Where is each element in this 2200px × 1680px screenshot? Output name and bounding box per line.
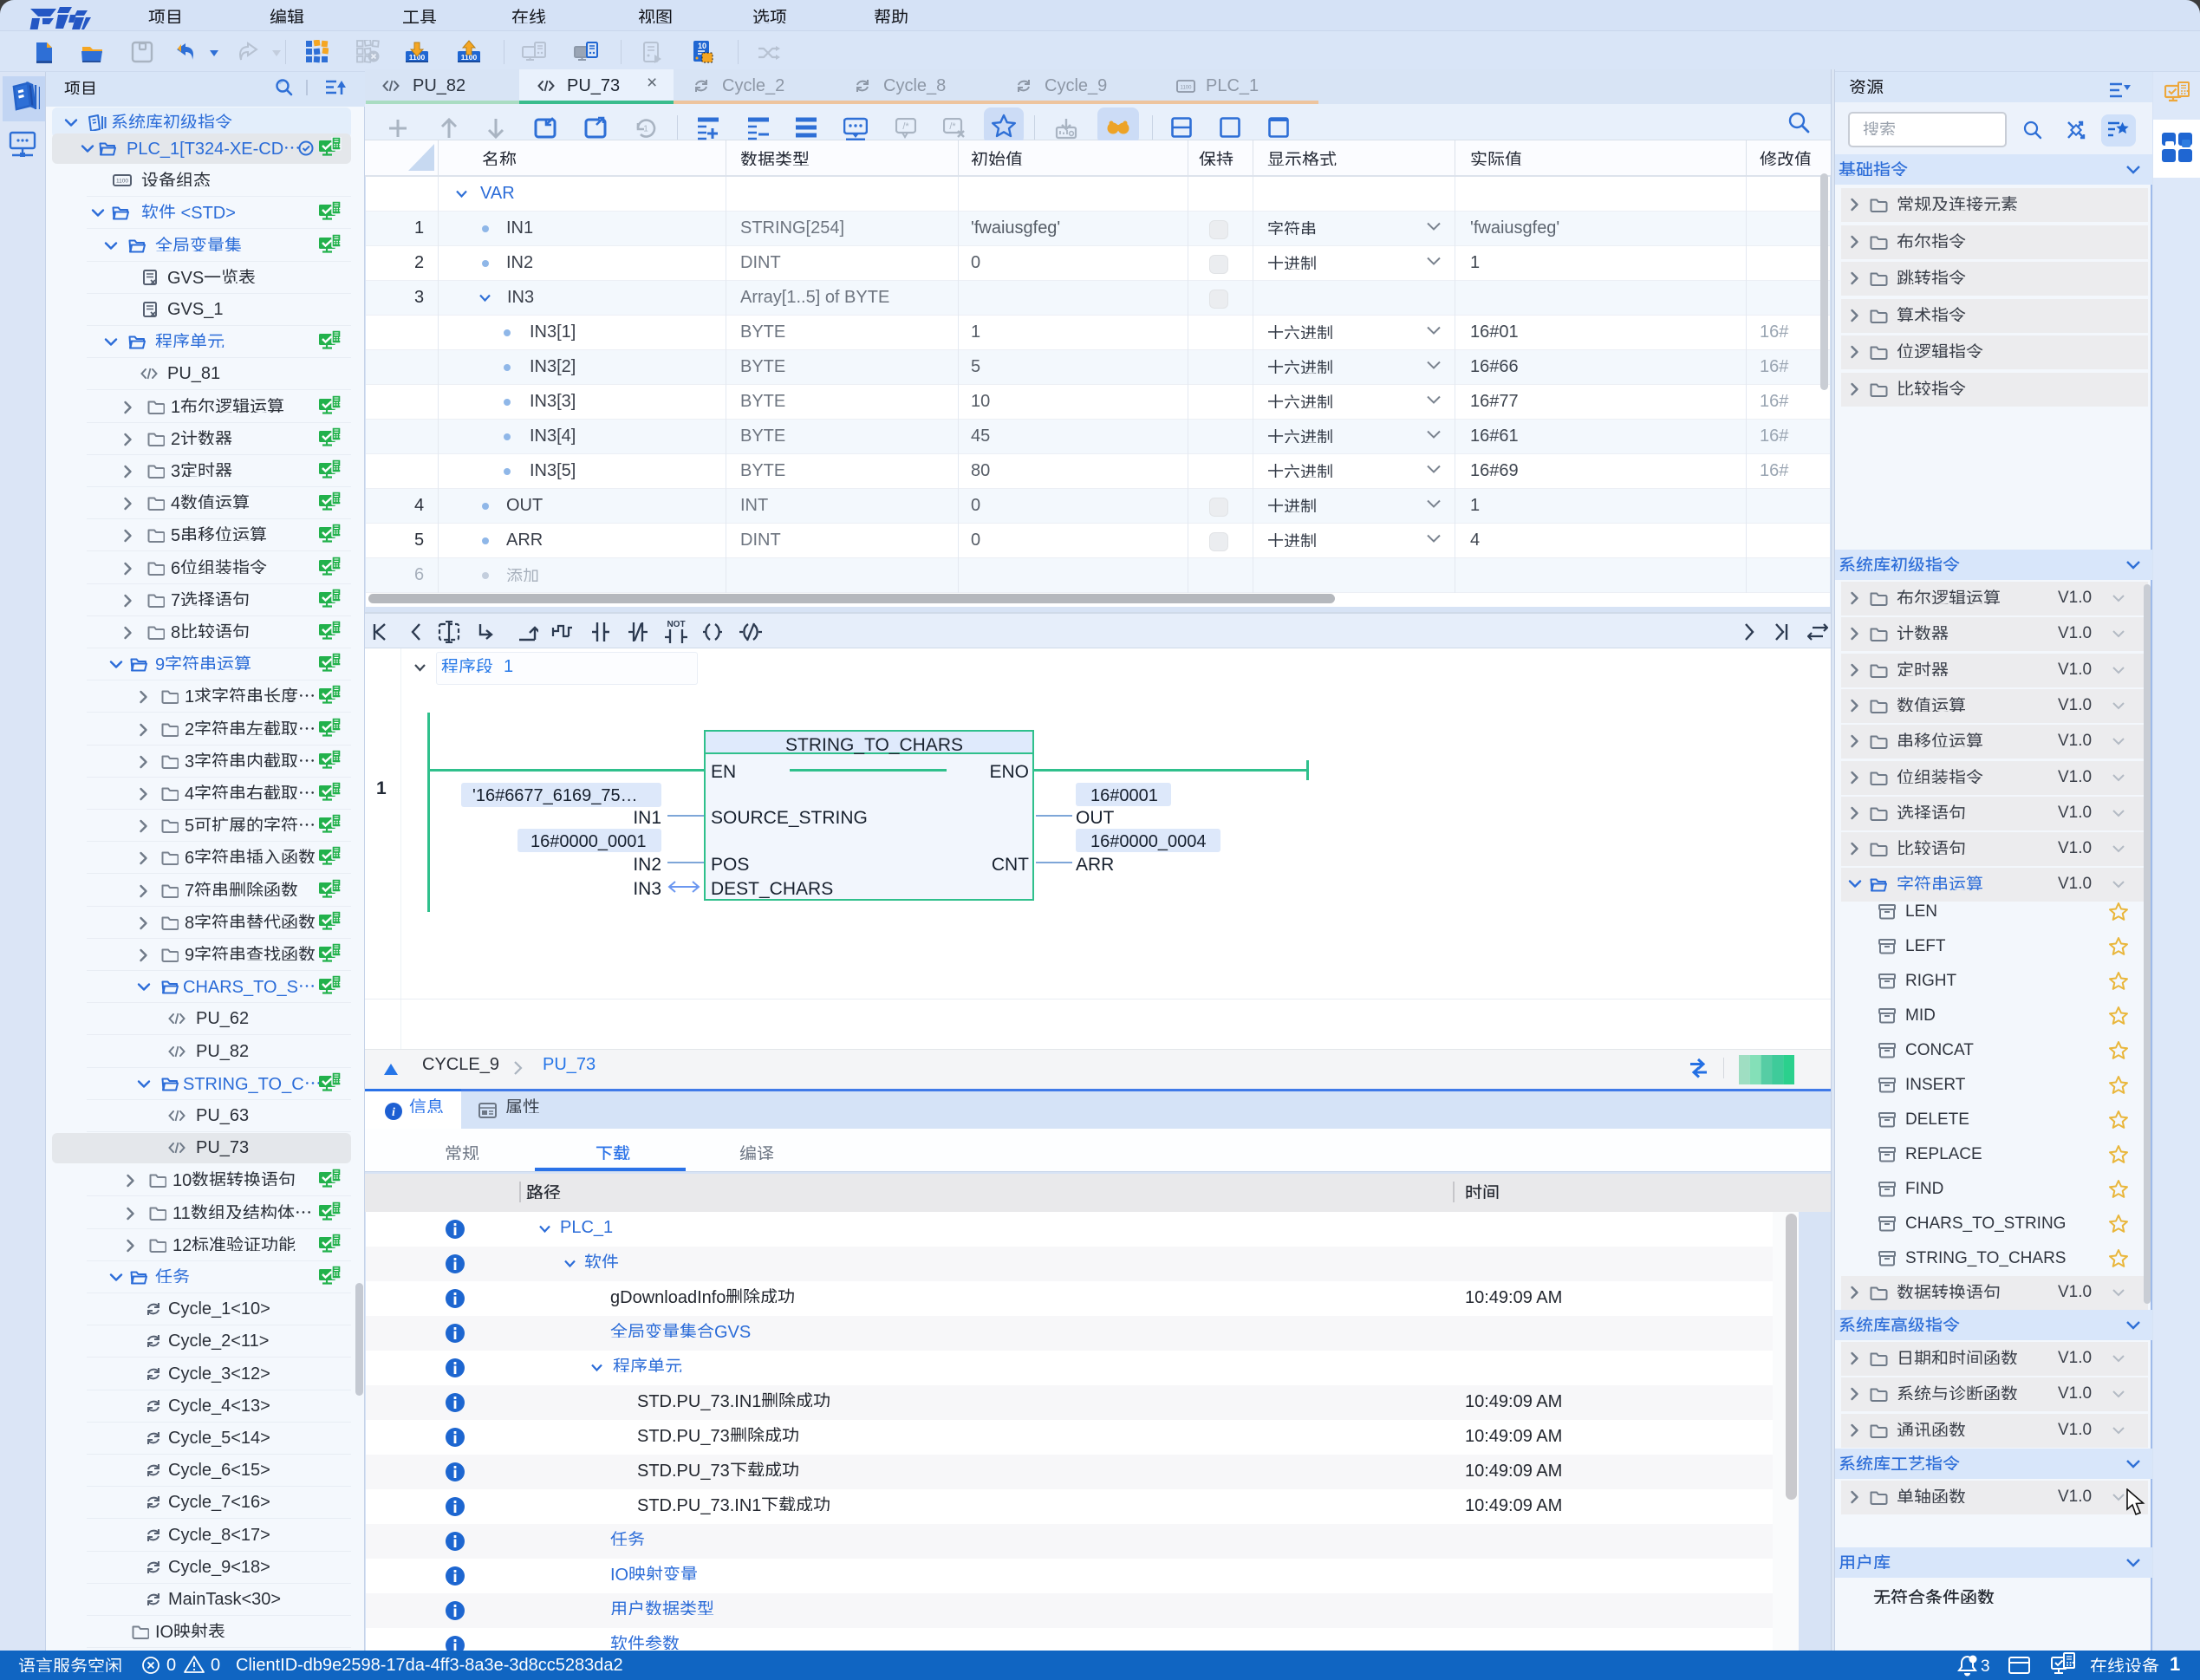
svg-text:NOT: NOT [667, 620, 685, 629]
svg-text:10: 10 [698, 42, 706, 50]
svg-text:1100: 1100 [1181, 86, 1193, 91]
svg-text:1: 1 [643, 125, 648, 134]
svg-text:/*: /* [949, 121, 956, 132]
svg-text:i: i [392, 1106, 395, 1119]
svg-text:1100: 1100 [116, 179, 128, 185]
svg-text:/*: /* [902, 121, 909, 132]
